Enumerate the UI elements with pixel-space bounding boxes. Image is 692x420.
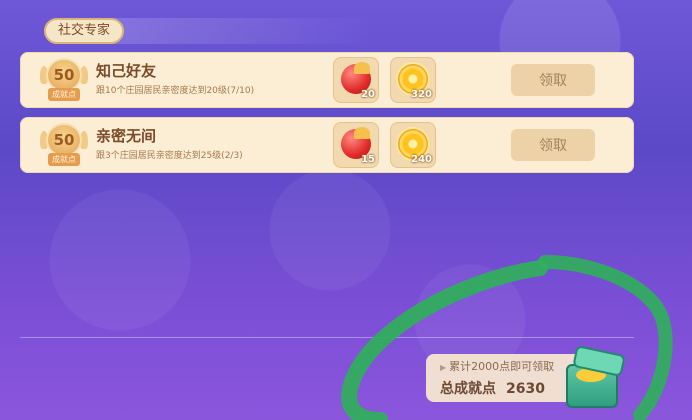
- summary-hint: 累计2000点即可领取: [449, 360, 555, 373]
- total-points-label: 总成就点: [440, 381, 496, 397]
- medal-points: 50: [46, 123, 82, 157]
- reward-count: 240: [411, 154, 432, 165]
- treasure-chest-icon[interactable]: [560, 345, 628, 410]
- achievement-title: 知己好友: [96, 62, 157, 80]
- achievement-description: 跟3个庄园居民亲密度达到25级(2/3): [96, 151, 243, 161]
- total-points-value: 2630: [506, 381, 545, 397]
- reward-item-coin[interactable]: 240: [390, 122, 436, 168]
- achievement-card: 50 成就点 亲密无间 跟3个庄园居民亲密度达到25级(2/3) 15 240 …: [20, 117, 634, 173]
- reward-count: 15: [361, 154, 375, 165]
- medal-points: 50: [46, 58, 82, 92]
- reward-count: 320: [411, 89, 432, 100]
- medal-label: 成就点: [48, 88, 80, 101]
- medal-label: 成就点: [48, 153, 80, 166]
- claim-button[interactable]: 领取: [511, 129, 595, 161]
- achievement-description: 跟10个庄园居民亲密度达到20级(7/10): [96, 86, 255, 96]
- achievement-medal-icon: 50 成就点: [40, 123, 88, 169]
- claim-button[interactable]: 领取: [511, 64, 595, 96]
- reward-item-gem[interactable]: 15: [333, 122, 379, 168]
- divider: [20, 337, 634, 338]
- achievement-card: 50 成就点 知己好友 跟10个庄园居民亲密度达到20级(7/10) 20 32…: [20, 52, 634, 108]
- reward-item-coin[interactable]: 320: [390, 57, 436, 103]
- play-triangle-icon: ▶: [440, 363, 447, 372]
- achievement-title: 亲密无间: [96, 127, 157, 145]
- reward-item-gem[interactable]: 20: [333, 57, 379, 103]
- gem-cap-decoration: [354, 62, 370, 74]
- gem-cap-decoration: [354, 127, 370, 139]
- achievement-medal-icon: 50 成就点: [40, 58, 88, 104]
- reward-count: 20: [361, 89, 375, 100]
- section-title: 社交专家: [44, 18, 125, 44]
